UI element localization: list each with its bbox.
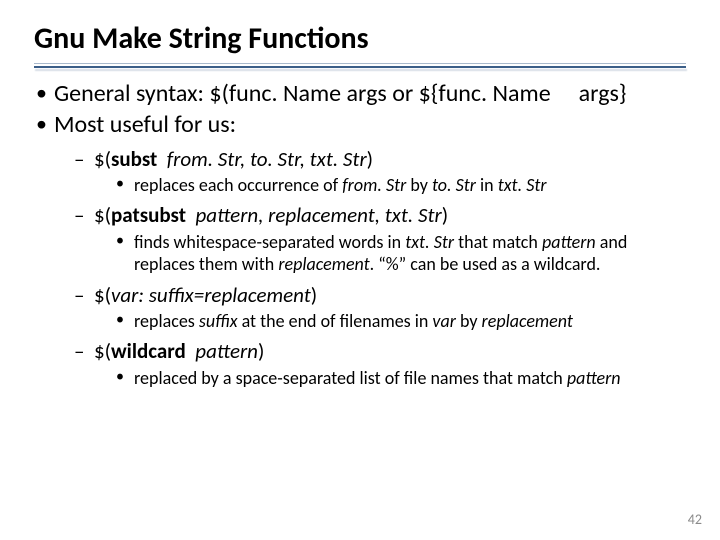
func-args: pattern, replacement, txt. Str xyxy=(195,202,441,228)
italic: from. Str xyxy=(342,174,410,196)
text: by xyxy=(460,310,482,332)
italic: suffix xyxy=(199,310,242,332)
desc-patsubst: finds whitespace-separated words in txt.… xyxy=(134,231,686,276)
func-name: subst xyxy=(111,146,157,172)
italic: pattern xyxy=(567,367,621,389)
code: ${func. Name xyxy=(419,79,551,108)
desc-wildcard: replaced by a space-separated list of fi… xyxy=(134,367,686,390)
text: or xyxy=(387,79,419,108)
italic: replacement xyxy=(482,310,573,332)
code-open: $( xyxy=(94,146,111,172)
bullet-most-useful: Most useful for us: $(subst from. Str, t… xyxy=(54,111,686,389)
title-rule xyxy=(34,63,686,69)
italic: pattern xyxy=(542,231,600,253)
code-close: ) xyxy=(442,202,448,228)
func-name: patsubst xyxy=(111,202,186,228)
code-close: ) xyxy=(367,146,373,172)
text: General syntax: xyxy=(54,79,209,108)
func-name: wildcard xyxy=(111,338,186,364)
item-patsubst: $(patsubst pattern, replacement, txt. St… xyxy=(94,202,686,275)
text: by xyxy=(410,174,432,196)
func-args: var: suffix=replacement xyxy=(111,282,311,308)
code-close: ) xyxy=(311,282,317,308)
code-close: ) xyxy=(258,338,264,364)
text: at the end of filenames in xyxy=(242,310,433,332)
text: replaces each occurrence of xyxy=(134,174,342,196)
slide: Gnu Make String Functions General syntax… xyxy=(0,0,720,540)
italic: var xyxy=(432,310,460,332)
func-args: from. Str, to. Str, txt. Str xyxy=(167,146,367,172)
code-open: $( xyxy=(94,202,111,228)
desc-varsub: replaces suffix at the end of filenames … xyxy=(134,310,686,333)
text: Most useful for us: xyxy=(54,110,236,139)
func-args: pattern xyxy=(195,338,258,364)
italic: txt. Str xyxy=(405,231,458,253)
italic: replacement xyxy=(278,253,369,275)
desc-subst: replaces each occurrence of from. Str by… xyxy=(134,174,686,197)
slide-body: General syntax: $(func. Name args or ${f… xyxy=(34,80,686,391)
text: finds whitespace-separated words in xyxy=(134,231,405,253)
code-open: $( xyxy=(94,282,111,308)
item-wildcard: $(wildcard pattern) replaced by a space-… xyxy=(94,338,686,389)
item-varsub: $(var: suffix=replacement) replaces suff… xyxy=(94,282,686,333)
bullet-general-syntax: General syntax: $(func. Name args or ${f… xyxy=(54,80,686,109)
italic: to. Str xyxy=(432,174,480,196)
text: in xyxy=(480,174,498,196)
item-subst: $(subst from. Str, to. Str, txt. Str) re… xyxy=(94,146,686,197)
code-open: $( xyxy=(94,338,111,364)
text: . “%” can be used as a wildcard. xyxy=(370,253,601,275)
page-number: 42 xyxy=(688,511,702,528)
slide-title: Gnu Make String Functions xyxy=(34,20,369,57)
code: $(func. Name args xyxy=(209,79,386,108)
text: replaces xyxy=(134,310,199,332)
italic: txt. Str xyxy=(498,174,547,196)
code: args} xyxy=(579,79,627,108)
text: that match xyxy=(458,231,542,253)
text: replaced by a space-separated list of fi… xyxy=(134,367,567,389)
